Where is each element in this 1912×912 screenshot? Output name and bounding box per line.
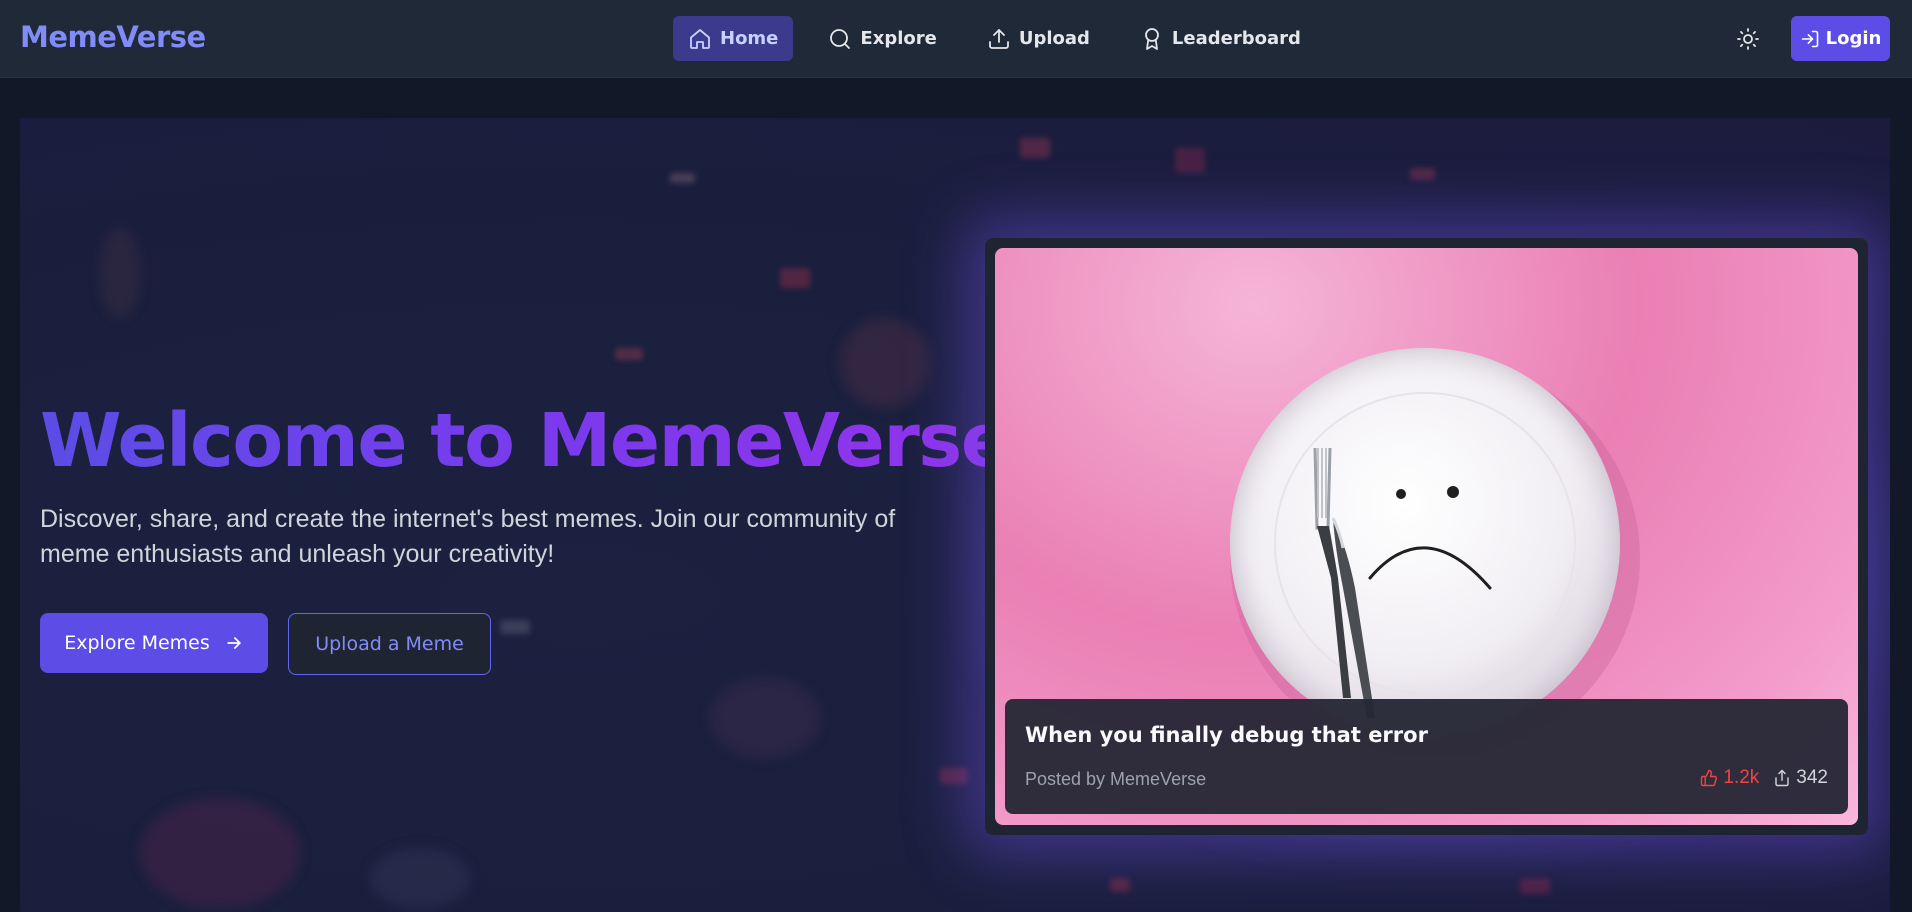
- thumbs-up-icon: [1701, 769, 1718, 787]
- top-navbar: MemeVerse Home Explore Upload Leaderboar…: [0, 0, 1912, 78]
- featured-meme-card[interactable]: When you finally debug that error Posted…: [985, 238, 1868, 835]
- meme-caption-panel: When you finally debug that error Posted…: [1005, 699, 1848, 814]
- nav-item-home[interactable]: Home: [673, 16, 794, 61]
- background-decoration: [100, 228, 140, 318]
- hero-title: Welcome to MemeVerse: [40, 398, 1011, 484]
- background-decoration: [615, 348, 643, 360]
- login-button[interactable]: Login: [1791, 16, 1890, 61]
- background-decoration: [1410, 168, 1435, 180]
- nav-links: Home Explore Upload Leaderboard: [673, 16, 1336, 61]
- hero-subtitle: Discover, share, and create the internet…: [40, 505, 896, 568]
- search-icon: [830, 28, 851, 49]
- nav-item-label: Home: [720, 28, 779, 49]
- background-decoration: [1175, 148, 1205, 173]
- sun-icon: [1737, 28, 1759, 50]
- page-scroll-gutter: [1893, 78, 1912, 912]
- nav-item-label: Upload: [1018, 28, 1090, 49]
- nav-item-label: Leaderboard: [1171, 28, 1301, 49]
- background-decoration: [1110, 878, 1130, 892]
- like-button[interactable]: 1.2k: [1700, 767, 1759, 789]
- arrow-right-icon: [227, 637, 241, 649]
- nav-item-upload[interactable]: Upload: [972, 16, 1105, 61]
- like-count: 1.2k: [1723, 767, 1760, 788]
- background-decoration: [140, 798, 300, 908]
- share-count: 342: [1796, 767, 1828, 788]
- background-decoration: [1020, 138, 1050, 158]
- meme-stats: 1.2k 342: [1700, 767, 1828, 789]
- background-decoration: [940, 768, 968, 784]
- background-decoration: [1520, 878, 1550, 894]
- login-label: Login: [1825, 28, 1882, 49]
- log-in-icon: [1801, 30, 1818, 47]
- nav-item-leaderboard[interactable]: Leaderboard: [1125, 16, 1316, 61]
- background-decoration: [840, 318, 930, 408]
- nav-item-explore[interactable]: Explore: [813, 16, 951, 61]
- meme-image[interactable]: When you finally debug that error Posted…: [995, 248, 1858, 825]
- award-icon: [1145, 27, 1159, 50]
- meme-author: Posted by MemeVerse: [1025, 769, 1207, 789]
- background-decoration: [780, 268, 810, 288]
- nav-item-label: Explore: [860, 28, 937, 49]
- explore-memes-button[interactable]: Explore Memes: [40, 613, 268, 673]
- share-button[interactable]: 342: [1773, 767, 1828, 789]
- background-decoration: [500, 620, 530, 634]
- background-decoration: [710, 678, 820, 758]
- share-icon: [1775, 769, 1790, 787]
- upload-icon: [988, 28, 1009, 49]
- meme-title: When you finally debug that error: [1025, 723, 1428, 747]
- upload-meme-button[interactable]: Upload a Meme: [288, 613, 491, 675]
- hero-section: Welcome to MemeVerse Discover, share, an…: [20, 118, 1890, 912]
- theme-toggle-button[interactable]: [1734, 24, 1762, 54]
- explore-memes-label: Explore Memes: [64, 632, 210, 654]
- background-decoration: [370, 848, 470, 908]
- brand-logo[interactable]: MemeVerse: [20, 20, 206, 54]
- home-icon: [690, 28, 710, 49]
- background-decoration: [670, 173, 695, 183]
